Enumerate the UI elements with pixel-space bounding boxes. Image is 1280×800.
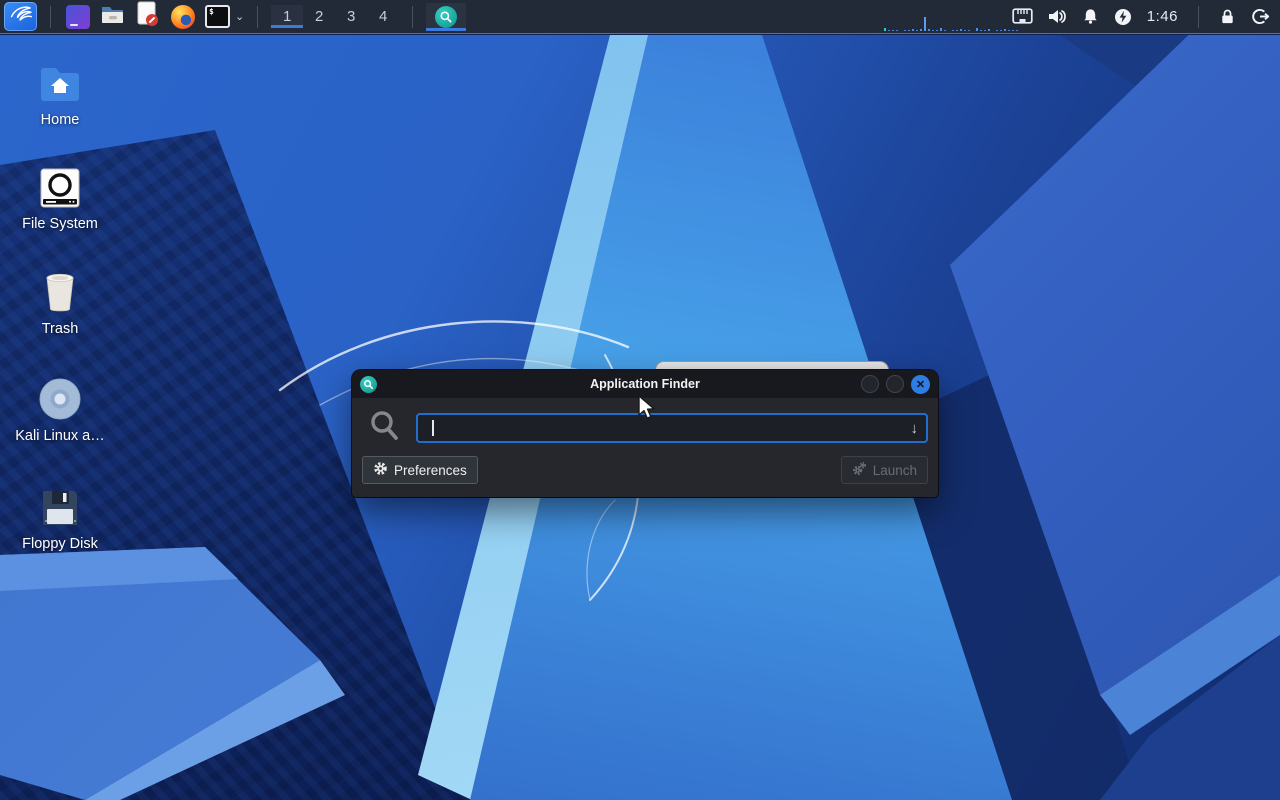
desktop-icon-label: Floppy Disk [22, 536, 98, 552]
launcher-text-editor[interactable] [134, 1, 161, 32]
separator [257, 5, 259, 28]
maximize-button[interactable] [886, 374, 904, 393]
window-title: Application Finder [590, 377, 700, 391]
preferences-label: Preferences [394, 462, 467, 478]
gear-icon [373, 461, 388, 479]
logout-icon[interactable] [1251, 7, 1270, 26]
launch-label: Launch [872, 462, 917, 478]
desktop-icon-home[interactable]: Home [8, 54, 112, 128]
search-icon [369, 409, 401, 448]
desktop-icon-trash[interactable]: Trash [8, 263, 112, 337]
kali-dragon-icon [9, 2, 33, 31]
taskbar-application-finder[interactable] [426, 2, 467, 31]
file-manager-icon [100, 2, 125, 31]
system-monitor[interactable] [884, 15, 1024, 31]
workspace-2[interactable]: 2 [303, 5, 335, 28]
terminal-icon: $ [205, 5, 230, 28]
notifications-bell-icon[interactable] [1082, 8, 1099, 25]
launcher-file-manager[interactable] [99, 3, 126, 30]
cd-disc-icon [8, 370, 112, 420]
hard-drive-icon [8, 158, 112, 208]
gears-icon [852, 461, 867, 479]
launch-button[interactable]: Launch [840, 456, 928, 484]
application-finder-window: Application Finder ✕ ↓ Preferences Launc… [352, 370, 938, 497]
desktop-icon-file-system[interactable]: File System [8, 158, 112, 232]
panel-right: 1:46 [1012, 0, 1280, 33]
chevron-down-icon[interactable]: ⌄ [235, 10, 244, 23]
clock[interactable]: 1:46 [1147, 8, 1178, 25]
launcher-terminal[interactable]: $ [204, 3, 231, 30]
minimize-button[interactable] [861, 374, 879, 393]
desktop-icon-floppy[interactable]: Floppy Disk [8, 478, 112, 552]
top-panel: $ ⌄ 1 2 3 4 1:46 [0, 0, 1280, 34]
files-app-icon [65, 4, 90, 29]
launcher-firefox[interactable] [169, 3, 196, 30]
home-folder-icon [8, 54, 112, 104]
launcher-files-app[interactable] [64, 3, 91, 30]
workspace-1[interactable]: 1 [271, 5, 304, 28]
separator [1198, 5, 1199, 28]
preferences-button[interactable]: Preferences [362, 456, 478, 484]
firefox-icon [170, 4, 195, 29]
window-controls: ✕ [861, 374, 930, 394]
close-button[interactable]: ✕ [911, 374, 930, 394]
dropdown-arrow-icon[interactable]: ↓ [911, 420, 919, 437]
desktop-icon-label: Kali Linux a… [15, 428, 105, 444]
finder-body: ↓ Preferences Launch [352, 398, 938, 497]
terminal-prompt-glyph: $ [209, 7, 214, 16]
search-input[interactable]: ↓ [416, 413, 928, 443]
text-caret [432, 420, 434, 436]
power-manager-icon[interactable] [1114, 8, 1132, 26]
workspace-switcher: 1 2 3 4 [271, 5, 399, 28]
workspace-4[interactable]: 4 [367, 5, 399, 28]
desktop-icon-kali-cd[interactable]: Kali Linux a… [8, 370, 112, 444]
panel-left: $ ⌄ 1 2 3 4 [0, 0, 467, 33]
lock-screen-icon[interactable] [1219, 8, 1236, 25]
desktop-icon-label: Home [40, 112, 80, 128]
volume-icon[interactable] [1048, 8, 1067, 25]
floppy-disk-icon [8, 478, 112, 528]
desktop-icon-label: File System [22, 216, 98, 232]
text-editor-icon [135, 1, 160, 32]
separator [412, 5, 414, 28]
button-row: Preferences Launch [362, 456, 928, 484]
kali-menu-button[interactable] [4, 2, 37, 31]
desktop-icon-label: Trash [41, 321, 79, 337]
titlebar[interactable]: Application Finder ✕ [352, 370, 938, 398]
trash-bin-icon [8, 263, 112, 313]
magnifier-icon [435, 5, 458, 28]
application-finder-icon [360, 375, 377, 393]
separator [50, 5, 51, 28]
workspace-3[interactable]: 3 [335, 5, 367, 28]
